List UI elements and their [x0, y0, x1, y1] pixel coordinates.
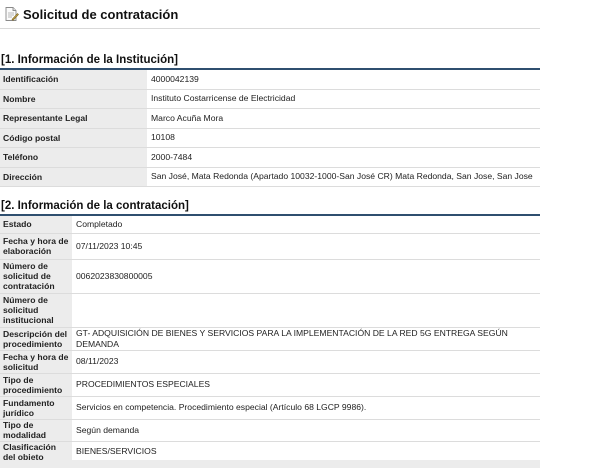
table-row: Teléfono 2000-7484 — [0, 147, 540, 168]
table-row: Código postal 10108 — [0, 128, 540, 148]
row-value: San José, Mata Redonda (Apartado 10032-1… — [147, 167, 540, 187]
table-row: Fundamento jurídico Servicios en compete… — [0, 396, 540, 420]
page-header: Solicitud de contratación — [0, 0, 540, 28]
row-label: Fecha y hora de solicitud — [0, 350, 72, 374]
row-label: Teléfono — [0, 147, 147, 168]
row-label: Clasificación del objeto — [0, 441, 72, 463]
table-row: Nombre Instituto Costarricense de Electr… — [0, 89, 540, 109]
table-row: Tipo de procedimiento PROCEDIMIENTOS ESP… — [0, 373, 540, 397]
table-row: Fecha y hora de solicitud 08/11/2023 — [0, 350, 540, 374]
row-label: Código postal — [0, 128, 147, 148]
table-row: Número de solicitud institucional — [0, 293, 540, 328]
row-value: 0062023830800005 — [72, 259, 540, 294]
row-value: 08/11/2023 — [72, 350, 540, 374]
row-label: Tipo de procedimiento — [0, 373, 72, 397]
row-label: Estado — [0, 216, 72, 234]
row-label: Tipo de modalidad — [0, 419, 72, 442]
row-value: Servicios en competencia. Procedimiento … — [72, 396, 540, 420]
row-label: Fecha y hora de elaboración — [0, 233, 72, 260]
table-row: Clasificación del objeto BIENES/SERVICIO… — [0, 441, 540, 463]
table-row: Tipo de modalidad Según demanda — [0, 419, 540, 442]
row-label: Número de solicitud institucional — [0, 293, 72, 328]
row-value: 07/11/2023 10:45 — [72, 233, 540, 260]
row-label: Fundamento jurídico — [0, 396, 72, 420]
row-label: Dirección — [0, 167, 147, 187]
table-row: Representante Legal Marco Acuña Mora — [0, 108, 540, 129]
row-value: Marco Acuña Mora — [147, 108, 540, 129]
row-label: Representante Legal — [0, 108, 147, 129]
table-row: Número de solicitud de contratación 0062… — [0, 259, 540, 294]
page-title: Solicitud de contratación — [23, 6, 179, 22]
table-row: Fecha y hora de elaboración 07/11/2023 1… — [0, 233, 540, 260]
table-row: Estado Completado — [0, 216, 540, 234]
table-row: Descripción del procedimiento GT- ADQUIS… — [0, 327, 540, 351]
row-value: 10108 — [147, 128, 540, 148]
row-value: 4000042139 — [147, 70, 540, 90]
row-value: GT- ADQUISICIÓN DE BIENES Y SERVICIOS PA… — [72, 327, 540, 351]
row-label: Número de solicitud de contratación — [0, 259, 72, 294]
row-value: PROCEDIMIENTOS ESPECIALES — [72, 373, 540, 397]
document-form-icon — [5, 7, 19, 21]
section-contract-heading: [2. Información de la contratación] — [1, 200, 189, 212]
row-value: BIENES/SERVICIOS — [72, 441, 540, 463]
table-row: Dirección San José, Mata Redonda (Aparta… — [0, 167, 540, 187]
row-label: Descripción del procedimiento — [0, 327, 72, 351]
row-label: Nombre — [0, 89, 147, 109]
contract-info-table: Estado Completado Fecha y hora de elabor… — [0, 216, 540, 463]
row-value: 2000-7484 — [147, 147, 540, 168]
row-value — [72, 293, 540, 328]
row-label: Identificación — [0, 70, 147, 90]
institution-info-table: Identificación 4000042139 Nombre Institu… — [0, 70, 540, 187]
table-row: Identificación 4000042139 — [0, 70, 540, 90]
section-institution-heading: [1. Información de la Institución] — [1, 54, 178, 66]
title-divider — [0, 28, 540, 29]
row-value: Instituto Costarricense de Electricidad — [147, 89, 540, 109]
row-value: Según demanda — [72, 419, 540, 442]
row-value: Completado — [72, 216, 540, 234]
